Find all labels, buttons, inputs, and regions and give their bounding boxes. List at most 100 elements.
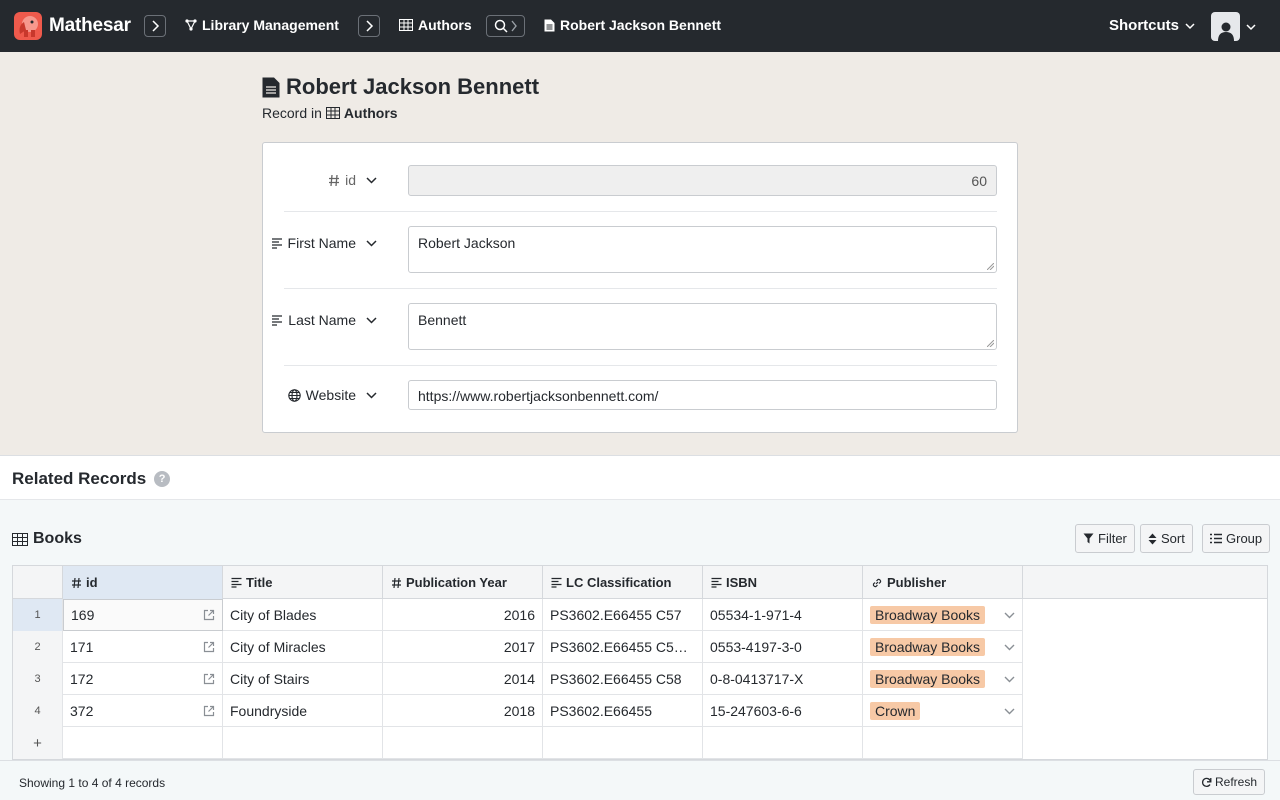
chevron-down-icon[interactable] — [1004, 707, 1015, 715]
table-row[interactable]: 4 372 Foundryside 2018 PS3602.E66455 15-… — [13, 695, 1023, 727]
chevron-right-icon — [366, 20, 374, 32]
field-row-id: id 60 — [284, 165, 997, 197]
schema-icon — [185, 19, 197, 31]
column-header-title[interactable]: Title — [223, 566, 383, 599]
title-cell[interactable]: City of Blades — [223, 599, 383, 631]
row-number[interactable]: 3 — [13, 663, 63, 695]
isbn-cell[interactable]: 15-247603-6-6 — [703, 695, 863, 727]
text-icon — [231, 577, 242, 588]
sort-button-label: Sort — [1161, 531, 1185, 546]
year-cell[interactable]: 2018 — [383, 695, 543, 727]
table-row[interactable]: 3 172 City of Stairs 2014 PS3602.E66455 … — [13, 663, 1023, 695]
title-cell[interactable]: City of Stairs — [223, 663, 383, 695]
year-cell[interactable]: 2016 — [383, 599, 543, 631]
lc-cell[interactable]: PS3602.E66455 C58 — [543, 663, 703, 695]
first-name-field[interactable]: Robert Jackson — [408, 226, 997, 273]
external-link-icon[interactable] — [203, 673, 215, 685]
shortcuts-label: Shortcuts — [1109, 17, 1180, 34]
empty-cell — [383, 727, 543, 759]
sort-button[interactable]: Sort — [1140, 524, 1193, 553]
lc-cell[interactable]: PS3602.E66455 C57 — [543, 599, 703, 631]
related-records-header: Related Records ? — [0, 455, 1280, 500]
external-link-icon[interactable] — [203, 641, 215, 653]
field-row-last-name: Last Name Bennett — [272, 303, 997, 350]
id-cell[interactable]: 171 — [63, 631, 223, 663]
resize-handle-icon[interactable] — [987, 340, 994, 347]
lc-cell[interactable]: PS3602.E66455 — [543, 695, 703, 727]
publisher-cell[interactable]: Broadway Books — [863, 663, 1023, 695]
field-label-id[interactable]: id — [328, 172, 377, 188]
breadcrumb-record[interactable]: Robert Jackson Bennett — [544, 17, 721, 33]
home-link[interactable]: Mathesar — [14, 12, 131, 40]
column-header-label: Title — [246, 575, 273, 590]
column-header-publication-year[interactable]: Publication Year — [383, 566, 543, 599]
add-row-button[interactable]: + — [13, 727, 63, 759]
title-cell[interactable]: City of Miracles — [223, 631, 383, 663]
column-header-label: Publication Year — [406, 575, 507, 590]
publisher-cell[interactable]: Crown — [863, 695, 1023, 727]
external-link-icon[interactable] — [203, 705, 215, 717]
publisher-cell[interactable]: Broadway Books — [863, 631, 1023, 663]
year-cell[interactable]: 2017 — [383, 631, 543, 663]
publisher-chip: Crown — [870, 702, 921, 720]
chevron-down-icon — [366, 239, 377, 247]
table-row[interactable]: 2 171 City of Miracles 2017 PS3602.E6645… — [13, 631, 1023, 663]
filter-icon — [1083, 533, 1094, 544]
shortcuts-menu[interactable]: Shortcuts — [1109, 17, 1195, 34]
chevron-down-icon[interactable] — [1004, 611, 1015, 619]
column-header-publisher[interactable]: Publisher — [863, 566, 1023, 599]
breadcrumb-schema[interactable]: Library Management — [185, 17, 339, 33]
breadcrumb-table[interactable]: Authors — [399, 17, 472, 33]
group-button-label: Group — [1226, 531, 1263, 546]
row-number[interactable]: 4 — [13, 695, 63, 727]
id-cell[interactable]: 372 — [63, 695, 223, 727]
chevron-right-icon — [152, 20, 160, 32]
isbn-cell[interactable]: 0553-4197-3-0 — [703, 631, 863, 663]
refresh-button[interactable]: Refresh — [1193, 769, 1266, 795]
isbn-cell[interactable]: 0-8-0413717-X — [703, 663, 863, 695]
chevron-down-icon — [366, 316, 377, 324]
year-cell[interactable]: 2014 — [383, 663, 543, 695]
row-number[interactable]: 2 — [13, 631, 63, 663]
title-cell[interactable]: Foundryside — [223, 695, 383, 727]
add-row[interactable]: + — [13, 727, 1023, 759]
lc-cell[interactable]: PS3602.E66455 C5… — [543, 631, 703, 663]
record-table-name: Authors — [343, 105, 398, 121]
empty-cell — [703, 727, 863, 759]
field-label-text: First Name — [287, 235, 356, 251]
breadcrumb-chevron-button[interactable] — [358, 15, 380, 37]
field-label-first-name[interactable]: First Name — [271, 235, 377, 251]
column-header-isbn[interactable]: ISBN — [703, 566, 863, 599]
resize-handle-icon[interactable] — [987, 263, 994, 270]
column-header-lc-classification[interactable]: LC Classification — [543, 566, 703, 599]
chevron-down-icon[interactable] — [1004, 675, 1015, 683]
hash-icon — [328, 174, 340, 187]
table-icon — [399, 19, 413, 31]
related-table-section: Books Filter Sort Group id Title Publica… — [0, 500, 1280, 800]
record-table-link[interactable]: Authors — [325, 105, 398, 121]
help-icon[interactable]: ? — [154, 471, 171, 487]
column-header-label: id — [86, 575, 98, 590]
chevron-down-icon[interactable] — [1004, 643, 1015, 651]
filter-button[interactable]: Filter — [1075, 524, 1135, 553]
isbn-cell[interactable]: 05534-1-971-4 — [703, 599, 863, 631]
table-row[interactable]: 1 169 City of Blades 2016 PS3602.E66455 … — [13, 599, 1023, 631]
user-menu[interactable] — [1211, 12, 1256, 41]
column-header-id[interactable]: id — [63, 566, 223, 599]
field-label-website[interactable]: Website — [287, 387, 377, 403]
external-link-icon[interactable] — [203, 609, 215, 621]
breadcrumb-chevron-button[interactable] — [144, 15, 166, 37]
publisher-cell[interactable]: Broadway Books — [863, 599, 1023, 631]
id-cell[interactable]: 172 — [63, 663, 223, 695]
last-name-field[interactable]: Bennett — [408, 303, 997, 350]
field-label-last-name[interactable]: Last Name — [271, 312, 377, 328]
column-header-label: ISBN — [726, 575, 758, 590]
record-search-button[interactable] — [486, 15, 525, 37]
group-button[interactable]: Group — [1202, 524, 1271, 553]
chevron-down-icon — [1246, 23, 1256, 30]
id-cell[interactable]: 169 — [63, 599, 223, 631]
id-value: 169 — [71, 607, 95, 623]
website-field[interactable]: https://www.robertjacksonbennett.com/ — [408, 380, 997, 410]
related-table-title: Books — [12, 530, 82, 548]
row-number[interactable]: 1 — [13, 599, 63, 631]
